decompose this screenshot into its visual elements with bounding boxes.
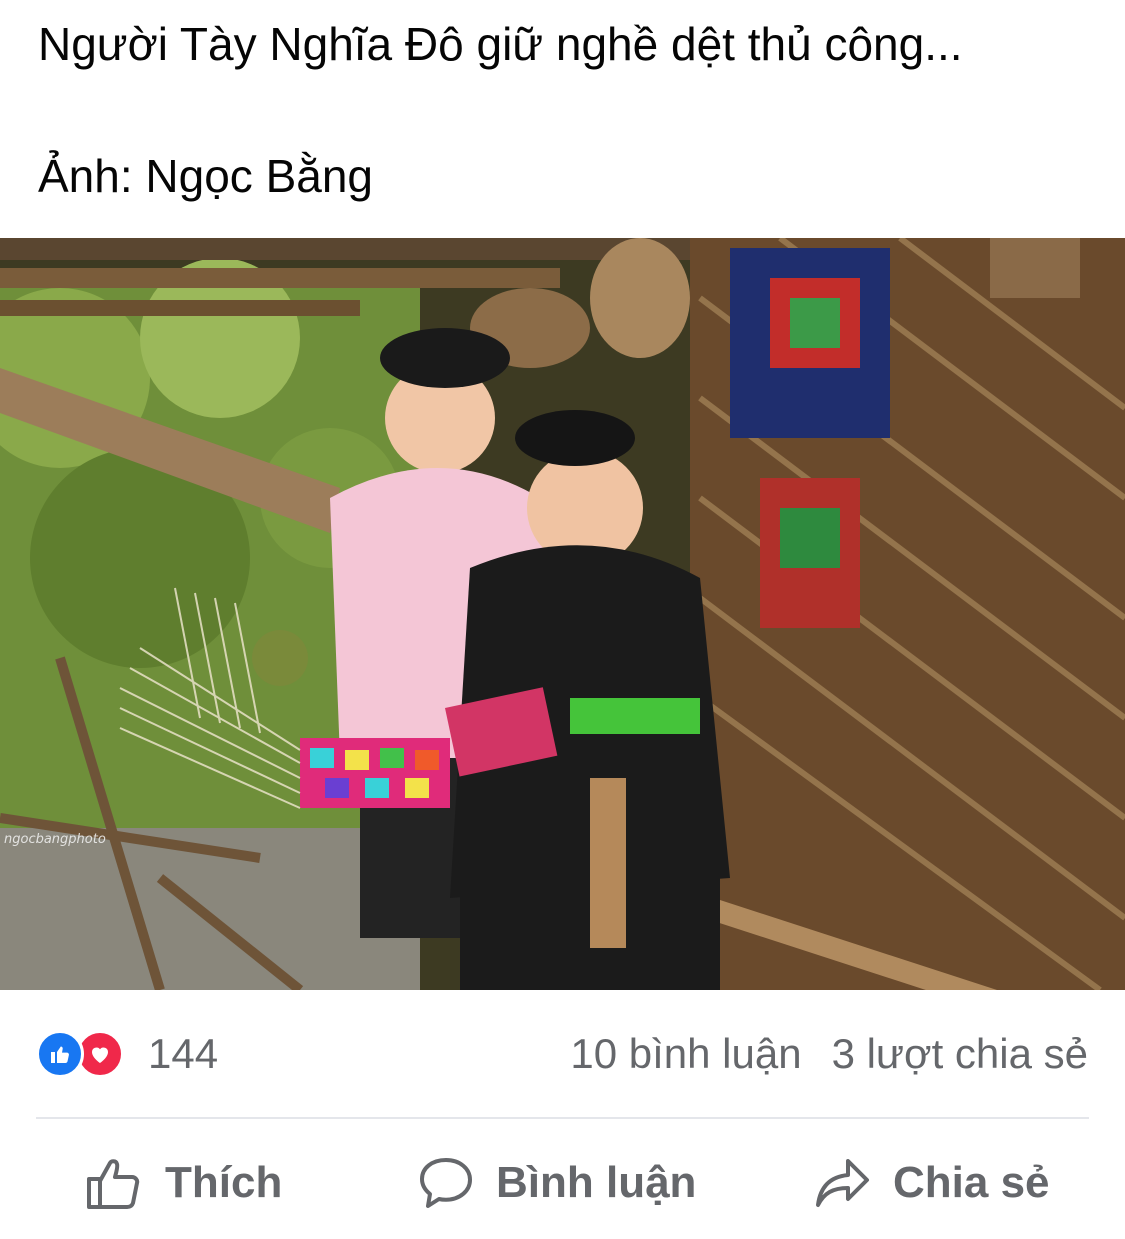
- post-caption: Người Tày Nghĩa Đô giữ nghề dệt thủ công…: [38, 18, 963, 70]
- reaction-summary[interactable]: 144: [36, 1030, 218, 1078]
- like-reaction-icon: [36, 1030, 84, 1078]
- weaving-scene-illustration: [0, 238, 1125, 990]
- photo-watermark: ngocbangphoto: [4, 832, 106, 847]
- share-button[interactable]: Chia sẻ: [815, 1148, 1050, 1218]
- comment-bubble-icon: [418, 1156, 474, 1210]
- divider: [36, 1117, 1089, 1119]
- comment-button-label: Bình luận: [496, 1158, 697, 1207]
- thumbs-up-icon: [85, 1155, 143, 1211]
- share-button-label: Chia sẻ: [893, 1158, 1050, 1207]
- share-count-link[interactable]: 3 lượt chia sẻ: [832, 1030, 1088, 1078]
- post-photo[interactable]: ngocbangphoto: [0, 238, 1125, 990]
- like-button-label: Thích: [165, 1158, 283, 1207]
- comment-count-link[interactable]: 10 bình luận: [570, 1030, 801, 1078]
- comment-button[interactable]: Bình luận: [418, 1148, 696, 1218]
- like-button[interactable]: Thích: [85, 1148, 282, 1218]
- reaction-count: 144: [148, 1030, 219, 1077]
- share-arrow-icon: [815, 1157, 871, 1209]
- post-stats: 10 bình luận 3 lượt chia sẻ: [570, 1030, 1088, 1078]
- photo-credit: Ảnh: Ngọc Bằng: [38, 150, 374, 202]
